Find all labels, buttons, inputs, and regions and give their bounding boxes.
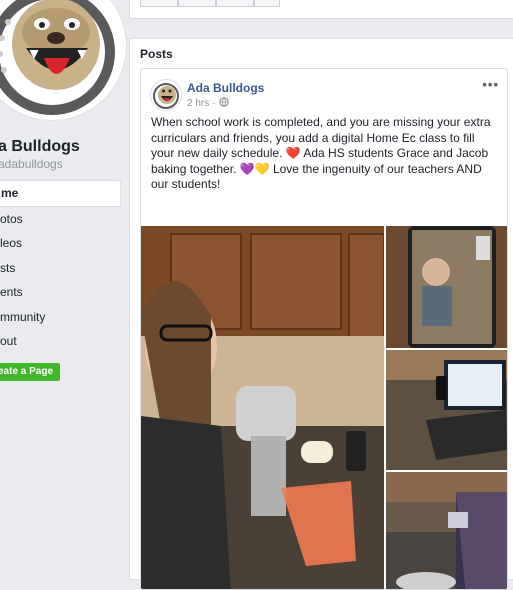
page-sidebar: a Bulldogs adabulldogs me otos leos sts …	[0, 0, 128, 570]
photo-main[interactable]	[141, 226, 384, 589]
photo-facetime[interactable]	[386, 226, 507, 348]
post-text: When school work is completed, and you a…	[151, 115, 497, 193]
posts-heading: Posts	[140, 47, 173, 61]
action-button-1[interactable]	[140, 0, 178, 7]
page-name[interactable]: a Bulldogs	[0, 138, 80, 156]
nav-item-posts[interactable]: sts	[0, 256, 121, 281]
post-photo-grid	[141, 226, 507, 589]
action-button-4[interactable]	[254, 0, 280, 7]
nav-item-about[interactable]: out	[0, 329, 121, 354]
action-bar-card	[129, 0, 513, 19]
page-profile-picture[interactable]	[0, 0, 126, 120]
nav-item-photos[interactable]: otos	[0, 207, 121, 232]
post-author[interactable]: Ada Bulldogs	[187, 81, 264, 95]
post-meta: 2 hrs ·	[187, 97, 229, 110]
action-button-2[interactable]	[178, 0, 216, 7]
meta-separator: ·	[212, 98, 216, 109]
action-button-3[interactable]	[216, 0, 254, 7]
photo-jacob-baking[interactable]	[386, 472, 507, 589]
post: Ada Bulldogs 2 hrs · ••• When school wor…	[140, 68, 508, 590]
page-nav: me otos leos sts ents mmunity out	[0, 180, 121, 354]
photo-laptop[interactable]	[386, 350, 507, 470]
nav-item-events[interactable]: ents	[0, 280, 121, 305]
globe-icon[interactable]	[218, 97, 229, 110]
bulldog-logo	[0, 0, 126, 120]
page-handle[interactable]: adabulldogs	[0, 157, 63, 171]
create-page-button[interactable]: eate a Page	[0, 363, 60, 381]
action-buttons	[140, 0, 280, 7]
bulldog-logo-small	[151, 80, 181, 110]
heart-emoji: ❤️	[285, 146, 301, 160]
post-options-button[interactable]: •••	[482, 77, 499, 92]
post-author-avatar[interactable]	[150, 79, 182, 111]
posts-section: Posts Ada Bulldogs 2 hrs · ••• When scho…	[129, 38, 513, 590]
hearts-emoji: 💜💛	[239, 161, 270, 176]
nav-item-community[interactable]: mmunity	[0, 305, 121, 330]
nav-item-videos[interactable]: leos	[0, 231, 121, 256]
post-time[interactable]: 2 hrs	[187, 98, 209, 109]
nav-item-home[interactable]: me	[0, 180, 121, 207]
